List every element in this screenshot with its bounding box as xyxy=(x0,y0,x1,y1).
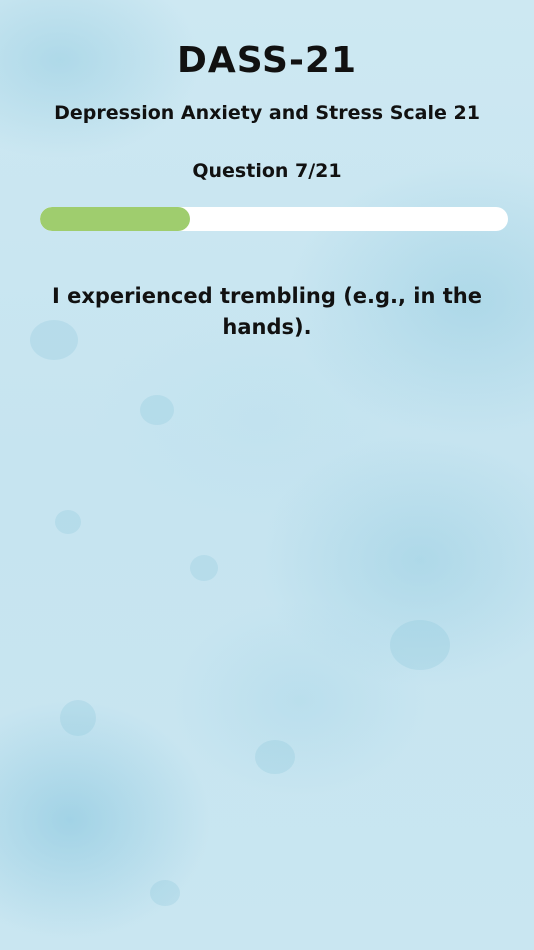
background-blot xyxy=(150,880,180,906)
app-title: DASS-21 xyxy=(176,40,358,81)
question-text: I experienced trembling (e.g., in the ha… xyxy=(51,284,483,339)
question-counter: Question 7/21 xyxy=(192,160,342,182)
background-blot xyxy=(140,395,174,425)
background-blot xyxy=(55,510,81,534)
watercolor-background xyxy=(0,0,534,950)
progress-bar-fill xyxy=(40,207,190,231)
progress-bar xyxy=(40,207,508,231)
background-blot xyxy=(60,700,96,736)
app-subtitle: Depression Anxiety and Stress Scale 21 xyxy=(54,102,480,124)
background-blot xyxy=(190,555,218,581)
background-blot xyxy=(255,740,295,774)
background-blot xyxy=(390,620,450,670)
